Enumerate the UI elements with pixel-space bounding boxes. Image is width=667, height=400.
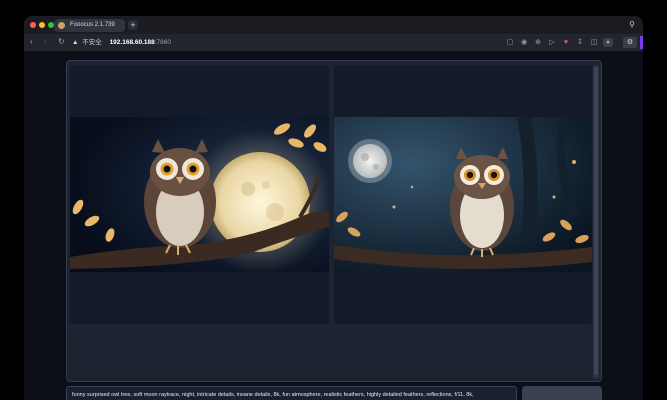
prompt-input[interactable]: funny surprised owl tree, soft moon rayt… (66, 386, 517, 400)
generate-button[interactable] (522, 386, 602, 400)
tab-search-icon[interactable]: ⚲ (629, 20, 635, 29)
tab-title: Fooocus 2.1.739 (70, 22, 115, 28)
owl-forest-image (334, 117, 592, 272)
url-host: 192.168.60.188 (109, 39, 155, 46)
play-icon[interactable]: ▷ (547, 38, 557, 47)
url-port: :7860 (154, 39, 172, 46)
open-in-icon[interactable]: ▢ (505, 38, 515, 47)
camera-icon[interactable]: ◉ (519, 38, 529, 47)
fooocus-favicon-icon (58, 22, 65, 29)
minimize-window-button[interactable] (39, 22, 45, 28)
sidebar-icon[interactable]: ◫ (589, 38, 599, 47)
address-toolbar: ‹ › ↻ ▲ 不安全 192.168.60.188:7860 ▢ ◉ ⊕ ▷ … (24, 34, 643, 51)
back-arrow-icon[interactable]: ‹ (30, 37, 33, 47)
new-tab-button[interactable]: + (128, 20, 138, 30)
security-warning-label: 不安全 (82, 39, 102, 46)
warning-triangle-icon: ▲ (72, 39, 79, 46)
translate-icon[interactable]: ⊕ (533, 38, 543, 47)
profile-icon[interactable]: ● (603, 38, 613, 47)
heart-icon[interactable]: ♥ (561, 38, 571, 47)
forward-arrow-icon[interactable]: › (44, 37, 47, 47)
url-bar[interactable]: ▲ 不安全 192.168.60.188:7860 (72, 36, 512, 49)
tab-bar: Fooocus 2.1.739 + ⚲ (24, 16, 643, 34)
download-icon[interactable]: ↧ (575, 38, 585, 47)
tab-fooocus[interactable]: Fooocus 2.1.739 (54, 19, 125, 32)
browser-window: Fooocus 2.1.739 + ⚲ ‹ › ↻ ▲ 不安全 192.168.… (24, 16, 643, 400)
owl-moon-image (70, 117, 329, 272)
reload-icon[interactable]: ↻ (58, 37, 65, 47)
close-window-button[interactable] (30, 22, 36, 28)
gear-icon[interactable]: ⚙ (623, 37, 637, 48)
gallery-image-1[interactable] (70, 65, 329, 324)
accent-indicator (640, 36, 643, 49)
gallery-scrollbar[interactable] (594, 67, 598, 375)
gallery-image-2[interactable] (334, 65, 592, 324)
image-gallery (66, 60, 602, 382)
